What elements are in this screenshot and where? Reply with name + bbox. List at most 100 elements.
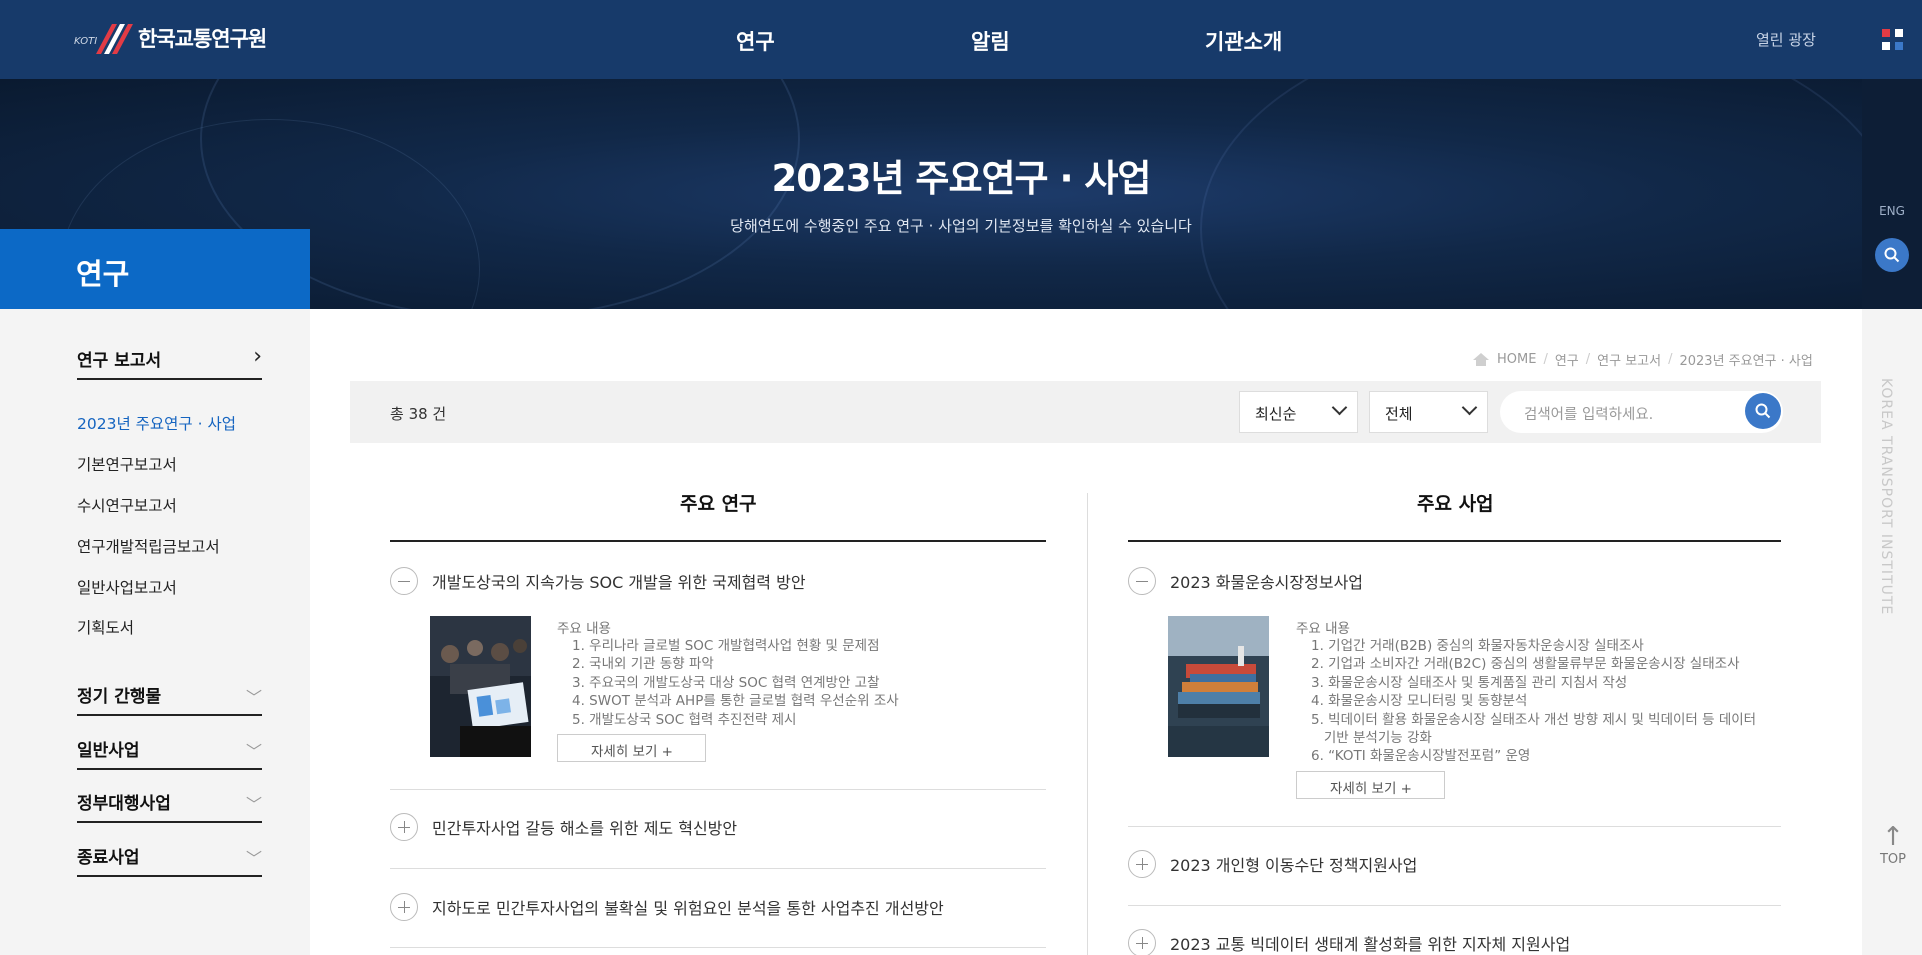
sidebar-group-label: 정기 간행물 <box>77 687 162 707</box>
top-header: KOTI 한국교통연구원 연구 알림 기관소개 열린 광장 <box>0 0 1862 79</box>
list-item: 1. 우리나라 글로벌 SOC 개발협력사업 현황 및 문제점 <box>572 638 880 654</box>
sidebar-item-adhoc-reports[interactable]: 수시연구보고서 <box>77 494 177 516</box>
nav-research[interactable]: 연구 <box>736 26 775 56</box>
sidebar-group-periodicals[interactable]: 정기 간행물 ﹀ <box>77 670 262 716</box>
list-item: 3. 주요국의 개발도상국 대상 SOC 협력 연계방안 고찰 <box>572 674 880 691</box>
list-item: 4. 화물운송시장 모니터링 및 동향분석 <box>1311 693 1528 710</box>
research-item[interactable]: 지하도로 민간투자사업의 불확실 및 위험요인 분석을 통한 사업추진 개선방안 <box>390 893 944 921</box>
research-item-title: 지하도로 민간투자사업의 불확실 및 위험요인 분석을 통한 사업추진 개선방안 <box>432 899 944 918</box>
sidebar-item-planning-books[interactable]: 기획도서 <box>77 616 134 638</box>
business-detail-label: 주요 내용 <box>1296 621 1350 637</box>
sidebar-group-label: 연구 보고서 <box>77 351 162 371</box>
institute-vertical-text: KOREA TRANSPORT INSTITUTE <box>1878 378 1894 616</box>
chevron-down-icon: ﹀ <box>245 688 262 707</box>
plus-circle-icon <box>390 893 418 921</box>
sidebar-group-label: 일반사업 <box>77 741 140 761</box>
chevron-down-icon: ﹀ <box>245 742 262 761</box>
research-column-rule <box>390 540 1046 542</box>
breadcrumb-reports[interactable]: 연구 보고서 <box>1597 350 1661 369</box>
breadcrumb-home[interactable]: HOME <box>1497 352 1536 367</box>
list-item: 1. 기업간 거래(B2B) 중심의 화물자동차운송시장 실태조사 <box>1311 638 1644 654</box>
nav-about[interactable]: 기관소개 <box>1205 26 1282 56</box>
research-detail-label: 주요 내용 <box>557 621 611 637</box>
business-item-title: 2023 교통 빅데이터 생태계 활성화를 위한 지자체 지원사업 <box>1170 935 1571 954</box>
research-thumbnail <box>430 616 531 757</box>
english-link[interactable]: ENG <box>1862 204 1922 218</box>
search-icon <box>1755 403 1771 419</box>
research-item-title: 개발도상국의 지속가능 SOC 개발을 위한 국제협력 방안 <box>432 573 806 592</box>
right-rail-top <box>1862 79 1922 309</box>
list-item: 2. 기업과 소비자간 거래(B2C) 중심의 생활물류부문 화물운송시장 실태… <box>1311 656 1740 673</box>
list-item: 5. 빅데이터 활용 화물운송시장 실태조사 개선 방향 제시 및 빅데이터 등… <box>1311 711 1757 728</box>
research-item-title: 민간투자사업 갈등 해소를 위한 제도 혁신방안 <box>432 819 738 838</box>
breadcrumb-research[interactable]: 연구 <box>1555 350 1579 369</box>
section-title: 연구 <box>0 229 310 309</box>
list-item: 5. 개발도상국 SOC 협력 추진전략 제시 <box>572 711 797 728</box>
sidebar-group-reports[interactable]: 연구 보고서 › <box>77 334 262 380</box>
search-placeholder: 검색어를 입력하세요. <box>1524 407 1654 423</box>
open-square-link[interactable]: 열린 광장 <box>1756 29 1816 50</box>
list-item: 2. 국내외 기관 동향 파악 <box>572 656 714 673</box>
arrow-up-icon: ↑ <box>1882 822 1904 852</box>
list-item: 기반 분석기능 강화 <box>1311 730 1432 747</box>
search-input[interactable]: 검색어를 입력하세요. <box>1500 391 1783 433</box>
page-title: 2023년 주요연구 · 사업 <box>771 157 1152 200</box>
list-item: 3. 화물운송시장 실태조사 및 통계품질 관리 지침서 작성 <box>1311 674 1628 691</box>
koti-logo[interactable]: KOTI 한국교통연구원 <box>74 22 267 54</box>
business-item[interactable]: 2023 교통 빅데이터 생태계 활성화를 위한 지자체 지원사업 <box>1128 929 1570 955</box>
business-item-title: 2023 개인형 이동수단 정책지원사업 <box>1170 856 1418 875</box>
home-icon[interactable] <box>1472 352 1490 367</box>
research-column-title: 주요 연구 <box>680 493 757 515</box>
business-item-title: 2023 화물운송시장정보사업 <box>1170 573 1364 592</box>
research-detail-list: 1. 우리나라 글로벌 SOC 개발협력사업 현황 및 문제점 2. 국내외 기… <box>572 637 899 729</box>
logo-text: 한국교통연구원 <box>138 27 267 51</box>
search-icon <box>1884 247 1900 263</box>
chevron-down-icon <box>1461 399 1478 416</box>
total-count: 총 38 건 <box>390 405 447 423</box>
minus-circle-icon <box>390 567 418 595</box>
category-select-value: 전체 <box>1385 405 1413 423</box>
sidebar-item-rnd-reports[interactable]: 연구개발적립금보고서 <box>77 535 220 557</box>
rail-search-button[interactable] <box>1875 238 1909 272</box>
row-divider <box>390 868 1046 869</box>
sidebar-group-gov-agency[interactable]: 정부대행사업 ﹀ <box>77 777 262 823</box>
logo-prefix: KOTI <box>74 36 98 47</box>
all-menu-button[interactable] <box>1862 0 1922 79</box>
sort-select[interactable]: 최신순 <box>1239 391 1358 433</box>
plus-circle-icon <box>1128 929 1156 955</box>
plus-circle-icon <box>1128 850 1156 878</box>
research-item[interactable]: 민간투자사업 갈등 해소를 위한 제도 혁신방안 <box>390 813 737 841</box>
sidebar-group-label: 정부대행사업 <box>77 794 171 814</box>
search-button[interactable] <box>1745 393 1781 429</box>
chevron-down-icon: ﹀ <box>245 795 262 814</box>
row-divider <box>390 947 1046 948</box>
column-divider <box>1087 493 1088 955</box>
sidebar-item-2023-major[interactable]: 2023년 주요연구 · 사업 <box>77 412 236 434</box>
business-thumbnail <box>1168 616 1269 757</box>
sidebar-item-general-reports[interactable]: 일반사업보고서 <box>77 576 177 598</box>
row-divider <box>1128 905 1781 906</box>
category-select[interactable]: 전체 <box>1369 391 1488 433</box>
business-more-button[interactable]: 자세히 보기 + <box>1296 771 1445 799</box>
scroll-top-button[interactable]: ↑ TOP <box>1872 822 1914 867</box>
sidebar-item-basic-reports[interactable]: 기본연구보고서 <box>77 453 177 475</box>
list-item: 6. “KOTI 화물운송시장발전포럼” 운영 <box>1311 748 1531 765</box>
business-column-rule <box>1128 540 1781 542</box>
chevron-right-icon: › <box>253 344 262 369</box>
nav-notice[interactable]: 알림 <box>971 26 1010 56</box>
breadcrumb-current: 2023년 주요연구 · 사업 <box>1679 354 1813 369</box>
plus-circle-icon <box>390 813 418 841</box>
research-item-open[interactable]: 개발도상국의 지속가능 SOC 개발을 위한 국제협력 방안 <box>390 567 806 595</box>
sidebar-group-closed[interactable]: 종료사업 ﹀ <box>77 831 262 877</box>
top-label: TOP <box>1879 852 1906 867</box>
chevron-down-icon: ﹀ <box>245 849 262 868</box>
business-column-title: 주요 사업 <box>1417 493 1494 515</box>
business-item[interactable]: 2023 개인형 이동수단 정책지원사업 <box>1128 850 1417 878</box>
koti-logo-mark: KOTI <box>74 22 133 54</box>
row-divider <box>390 789 1046 790</box>
minus-circle-icon <box>1128 567 1156 595</box>
business-item-open[interactable]: 2023 화물운송시장정보사업 <box>1128 567 1363 595</box>
research-more-button[interactable]: 자세히 보기 + <box>557 734 706 762</box>
breadcrumb: HOME / 연구 / 연구 보고서 / 2023년 주요연구 · 사업 <box>1472 350 1813 369</box>
sidebar-group-general-business[interactable]: 일반사업 ﹀ <box>77 724 262 770</box>
